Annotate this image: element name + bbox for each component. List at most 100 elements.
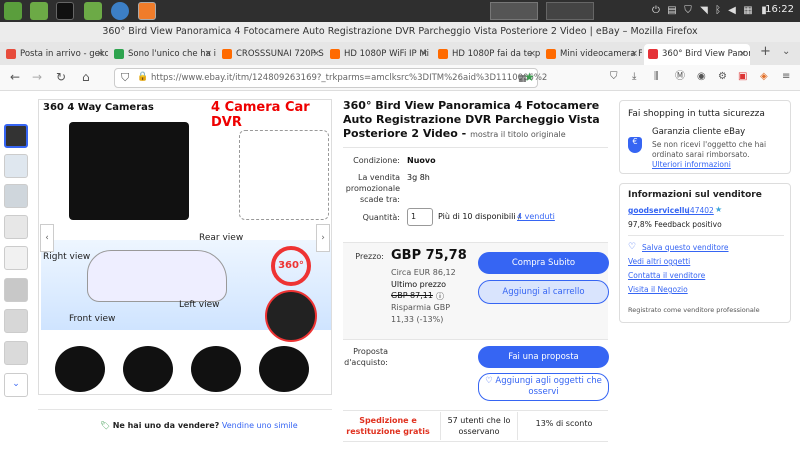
ext-icon[interactable]: ◉ — [697, 70, 706, 84]
approx-price: Circa EUR 86,12 — [391, 268, 456, 277]
window-list-2[interactable] — [546, 2, 594, 20]
files-icon[interactable] — [84, 2, 102, 20]
menu-icon[interactable]: ≡ — [782, 70, 790, 84]
image-next-button[interactable]: › — [316, 224, 330, 252]
thumbnail[interactable] — [4, 184, 28, 208]
seller-score-link[interactable]: (47402 — [687, 206, 714, 215]
network-icon[interactable]: ▤ — [666, 4, 678, 18]
download-icon[interactable]: ⤓ — [632, 70, 636, 84]
browser-icon[interactable] — [111, 2, 129, 20]
tab-list-icon[interactable]: ⌄ — [782, 45, 790, 59]
url-text[interactable]: https://www.ebay.it/itm/124809263169?_tr… — [151, 73, 547, 83]
camera-icon — [191, 346, 241, 392]
buy-now-button[interactable]: Compra Subito — [478, 252, 609, 274]
volume-icon[interactable]: ◀ — [726, 4, 738, 18]
thumbnail[interactable] — [4, 278, 28, 302]
close-icon[interactable]: × — [96, 44, 104, 65]
camera-icon — [123, 346, 173, 392]
add-to-cart-button[interactable]: Aggiungi al carrello — [478, 280, 609, 304]
home-icon[interactable]: ⌂ — [82, 70, 90, 84]
sold-link[interactable]: 4 venduti — [517, 212, 555, 221]
pocket-icon[interactable]: ⛉ — [610, 70, 618, 84]
tag-icon: 🏷 — [100, 421, 111, 430]
thumbnails-down-button[interactable]: ⌄ — [4, 373, 28, 397]
close-icon[interactable]: × — [420, 44, 428, 65]
thumbnail[interactable] — [4, 309, 28, 333]
safe-shopping-card: Fai shopping in tutta sicurezza € Garanz… — [619, 100, 791, 174]
back-icon[interactable]: ← — [10, 70, 20, 84]
lock-icon[interactable]: 🔒 — [137, 72, 148, 82]
thumbnail[interactable] — [4, 154, 28, 178]
site-icon — [114, 49, 124, 59]
url-bar[interactable]: ⛉ 🔒 https://www.ebay.it/itm/124809263169… — [114, 68, 547, 88]
tab[interactable]: Mini videocamera Fu × — [542, 44, 642, 65]
other-items-link[interactable]: Vedi altri oggetti — [628, 257, 690, 266]
firefox-icon[interactable] — [138, 2, 156, 20]
thumbnail[interactable] — [4, 215, 28, 239]
close-icon[interactable]: × — [204, 44, 212, 65]
image-banner-left: 360 4 Way Cameras — [43, 102, 154, 113]
shield-icon[interactable]: ⛉ — [682, 4, 694, 18]
condition-value: Nuovo — [407, 156, 436, 165]
wifi-icon[interactable]: ◥ — [698, 4, 710, 18]
clock[interactable]: 16:22 — [765, 4, 794, 15]
forward-icon[interactable]: → — [32, 70, 42, 84]
thumbnail[interactable] — [4, 124, 28, 148]
quantity-info: Più di 10 disponibili / — [438, 212, 521, 221]
ext-badge-icon[interactable]: ▣ — [738, 70, 747, 84]
ext3-icon[interactable]: ◈ — [760, 70, 768, 84]
library-icon[interactable]: ⫼ — [654, 70, 659, 84]
nav-bar: ← → ↻ ⌂ ⛉ 🔒 https://www.ebay.it/itm/1248… — [0, 65, 800, 91]
shipping-badge: Spedizione e restituzione gratis — [346, 416, 430, 436]
save-seller-link[interactable]: Salva questo venditore — [642, 243, 729, 252]
product-image[interactable]: 360 4 Way Cameras 4 Camera Car DVR Right… — [38, 99, 332, 395]
seller-name-link[interactable]: goodservicellu — [628, 206, 690, 215]
new-tab-button[interactable]: + — [760, 45, 771, 59]
car-shape — [87, 250, 227, 302]
aliexpress-icon — [546, 49, 556, 59]
bluetooth-icon[interactable]: ᛒ — [712, 4, 724, 18]
close-icon[interactable]: × — [630, 44, 638, 65]
sell-similar-link[interactable]: Vendine uno simile — [222, 421, 298, 430]
calendar-icon[interactable]: ▦ — [742, 4, 754, 18]
menu-icon[interactable] — [4, 2, 22, 20]
shield-icon[interactable]: ⛉ — [121, 71, 129, 85]
thumbnail[interactable] — [4, 341, 28, 365]
tab[interactable]: Sono l'unico che ha il × — [110, 44, 216, 65]
thumbnail[interactable] — [4, 246, 28, 270]
contact-seller-link[interactable]: Contatta il venditore — [628, 271, 705, 280]
saving-value: 11,33 (-13%) — [391, 315, 444, 324]
info-icon[interactable]: ⓘ — [436, 291, 444, 302]
close-icon[interactable]: × — [312, 44, 320, 65]
close-icon[interactable]: × — [528, 44, 536, 65]
watchers-count: 57 utenti che lo osservano — [440, 412, 518, 440]
ext-m-icon[interactable]: Ⓜ — [675, 70, 685, 84]
tab[interactable]: HD 1080P WiFi IP Mi × — [326, 44, 432, 65]
tab-active[interactable]: 360° Bird View Panor × — [644, 44, 750, 65]
aliexpress-icon — [330, 49, 340, 59]
ext2-icon[interactable]: ⚙ — [718, 70, 727, 84]
image-prev-button[interactable]: ‹ — [40, 224, 54, 252]
condition-label: Condizione: — [353, 156, 400, 165]
power-icon[interactable]: ⏻ — [650, 4, 662, 18]
visit-store-link[interactable]: Visita il Negozio — [628, 285, 688, 294]
aliexpress-icon — [438, 49, 448, 59]
badge-360: 360° — [271, 246, 311, 286]
terminal-icon[interactable] — [56, 2, 74, 20]
quantity-input[interactable]: 1 — [407, 208, 433, 226]
show-original-link[interactable]: mostra il titolo originale — [470, 130, 566, 139]
reload-icon[interactable]: ↻ — [56, 70, 66, 84]
watch-button[interactable]: ♡ Aggiungi agli oggetti che osservi — [478, 373, 609, 401]
close-icon[interactable]: × — [738, 44, 746, 65]
make-offer-button[interactable]: Fai una proposta — [478, 346, 609, 368]
tab[interactable]: HD 1080P fai da te p × — [434, 44, 540, 65]
folder-icon[interactable] — [30, 2, 48, 20]
tab[interactable]: CROSSSUNAI 720P S × — [218, 44, 324, 65]
product-title: 360° Bird View Panoramica 4 Fotocamere A… — [343, 99, 608, 142]
tab[interactable]: Posta in arrivo - geko × — [2, 44, 108, 65]
seller-title: Informazioni sul venditore — [628, 190, 762, 200]
bookmark-star-icon[interactable]: ★ — [524, 70, 535, 84]
more-info-link[interactable]: Ulteriori informazioni — [652, 160, 731, 169]
window-list[interactable] — [490, 2, 538, 20]
feedback-text: 97,8% Feedback positivo — [628, 220, 722, 229]
